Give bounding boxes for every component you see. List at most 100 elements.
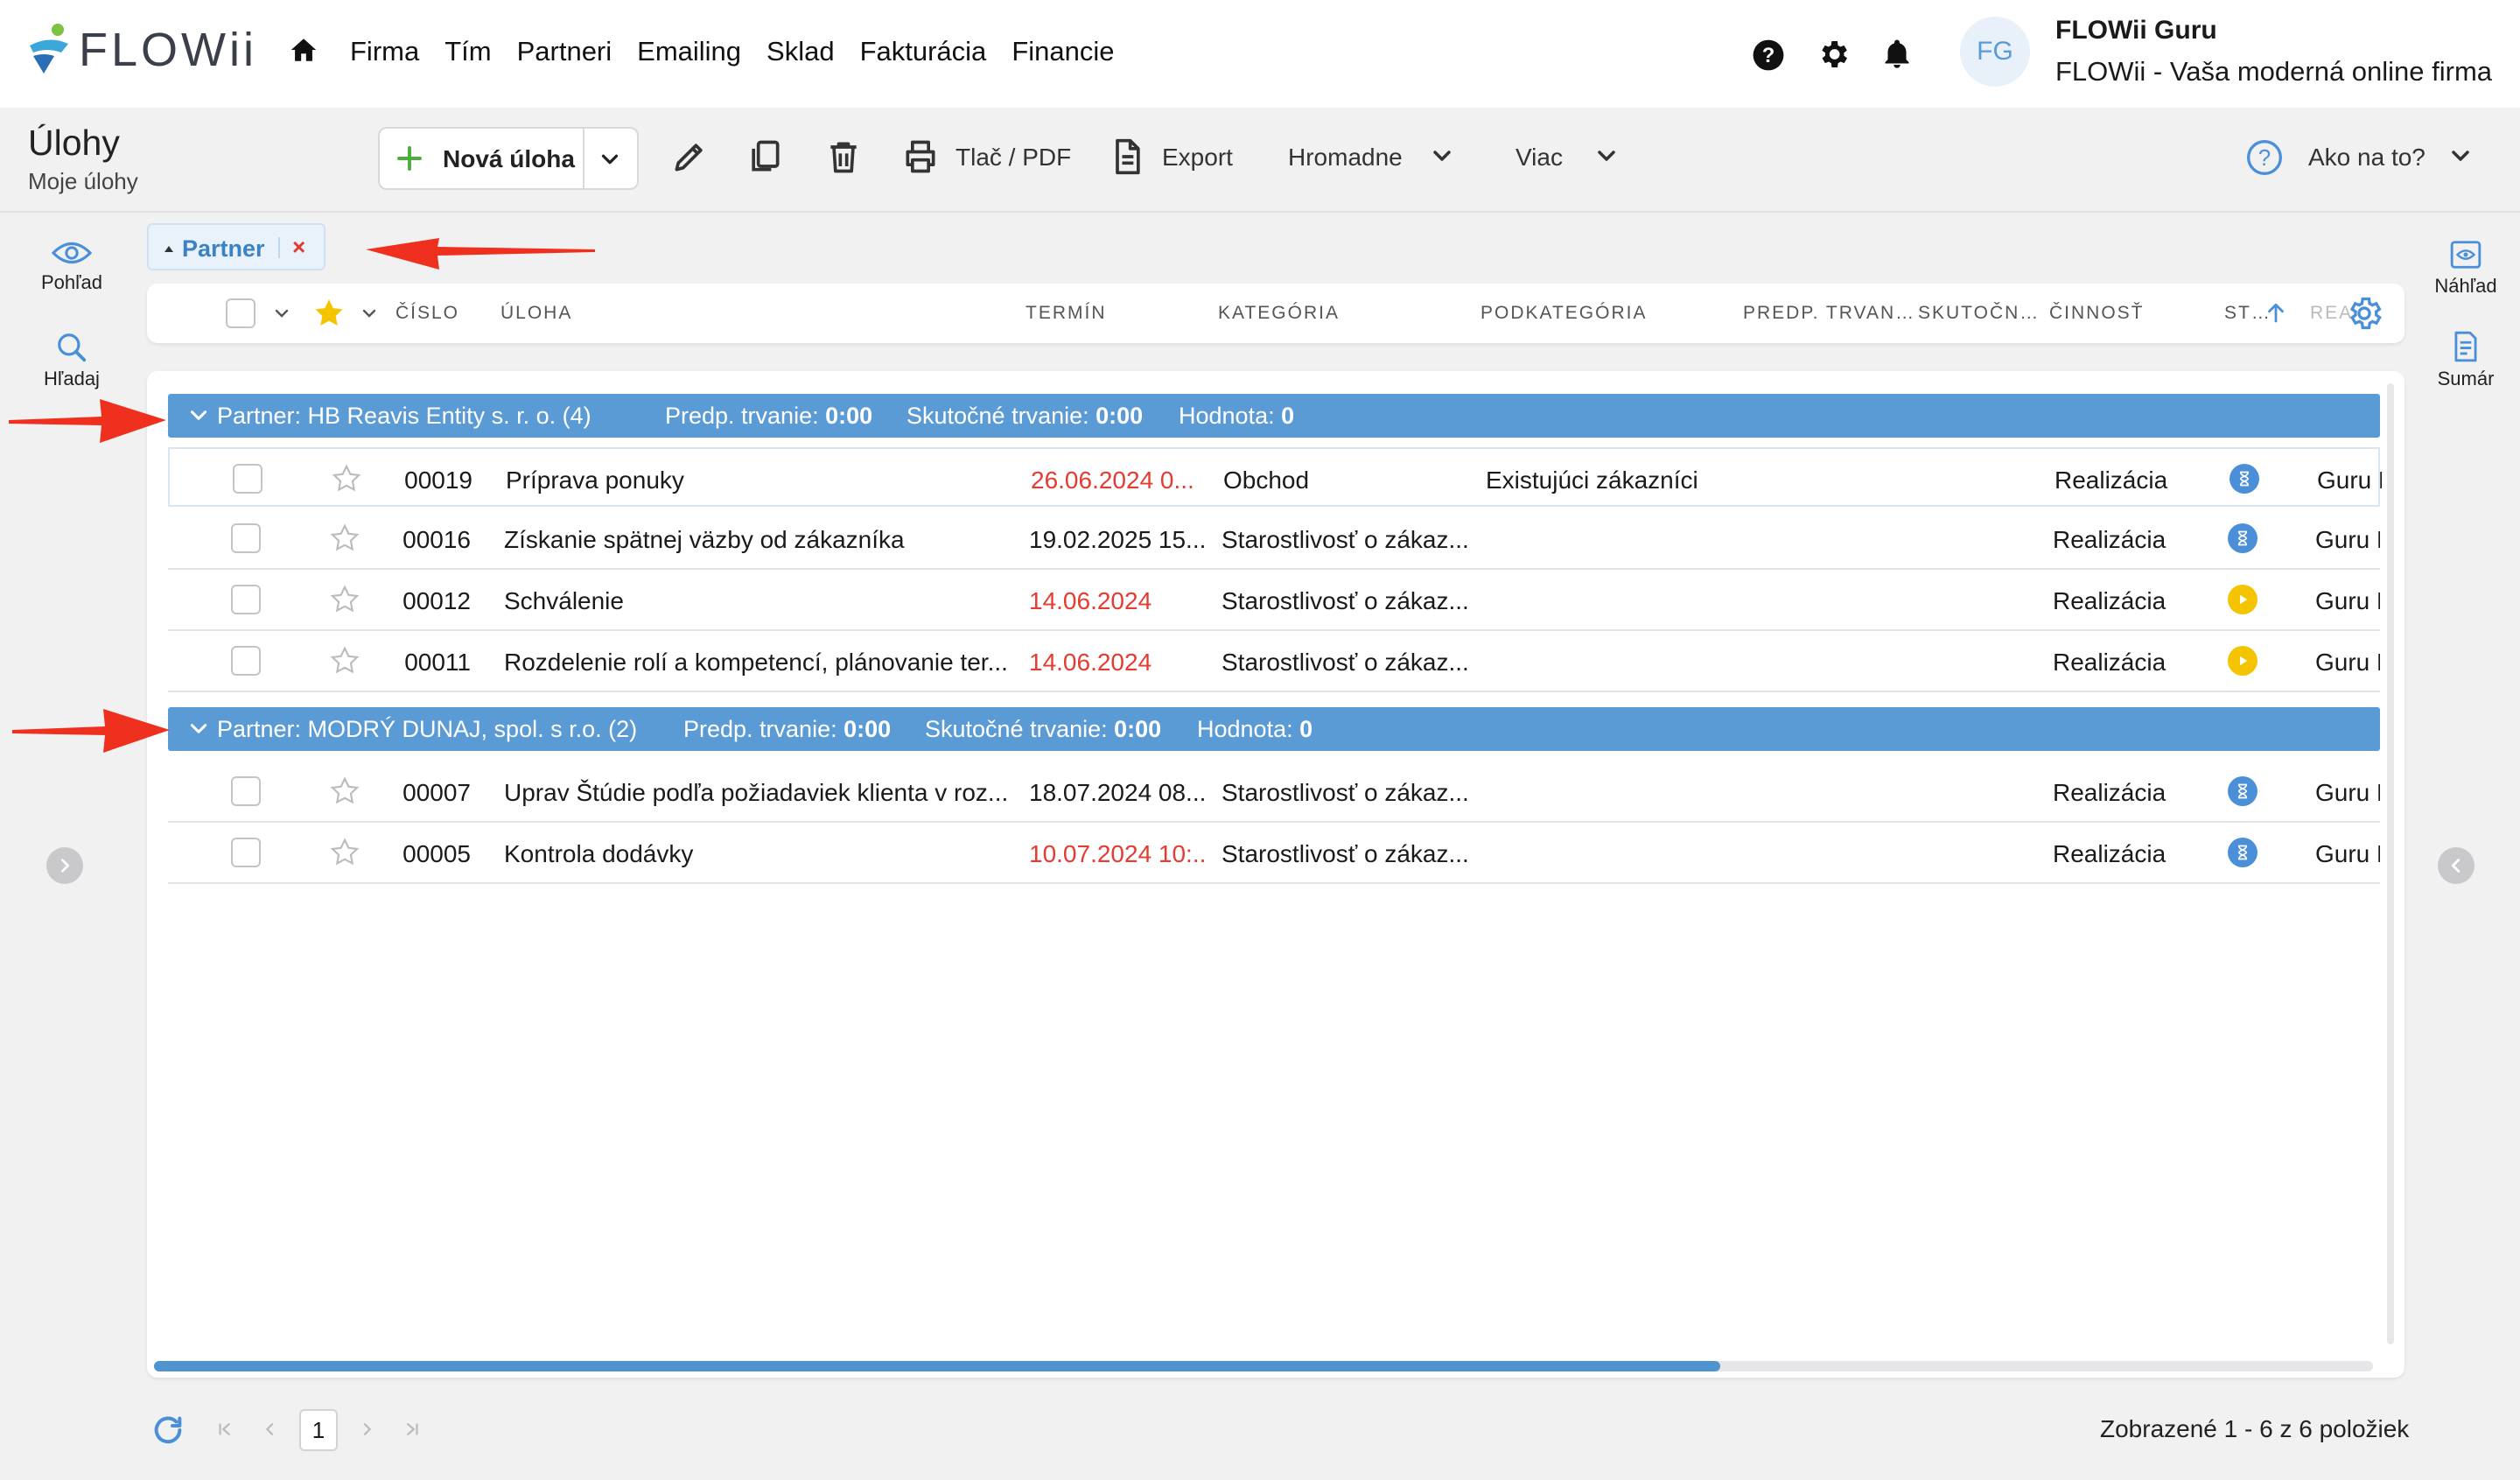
table-row[interactable]: 00019 Príprava ponuky 26.06.2024 0... Ob… (168, 447, 2382, 507)
group-by-partner-chip[interactable]: Partner × (147, 223, 326, 270)
summary-rail-button[interactable]: Sumár (2424, 329, 2508, 390)
row-checkbox[interactable] (231, 838, 261, 867)
task-number: 00019 (404, 466, 472, 494)
group-label: Partner: HB Reavis Entity s. r. o. (4) (217, 403, 592, 429)
chevron-down-icon[interactable] (271, 303, 292, 324)
how-to-button[interactable]: Ako na to? (2308, 144, 2426, 172)
row-checkbox[interactable] (231, 776, 261, 806)
table-row[interactable]: 00005 Kontrola dodávky 10.07.2024 10:...… (168, 823, 2380, 884)
summary-document-icon (2424, 329, 2508, 364)
print-pdf-button[interactable]: Tlač / PDF (956, 144, 1071, 172)
help-icon[interactable]: ? (1752, 39, 1785, 72)
nav-item-sklad[interactable]: Sklad (766, 36, 835, 67)
task-category: Starostlivosť o zákaz... (1222, 840, 1469, 867)
column-settings-gear-icon[interactable] (2345, 294, 2384, 333)
task-name[interactable]: Kontrola dodávky (504, 840, 1020, 868)
column-header-task[interactable]: ÚLOHA (500, 303, 572, 324)
task-responsible: Guru F (2317, 466, 2382, 494)
view-rail-button[interactable]: Pohľad (32, 238, 112, 294)
nav-item-financie[interactable]: Financie (1012, 36, 1114, 67)
chevron-down-icon[interactable] (359, 303, 380, 324)
delete-trash-icon[interactable] (824, 137, 863, 176)
nav-item-emailing[interactable]: Emailing (637, 36, 741, 67)
vertical-scrollbar[interactable] (2387, 383, 2394, 1344)
favorite-star-outline-icon[interactable] (329, 837, 360, 868)
export-button[interactable]: Export (1162, 144, 1233, 172)
nav-item-tim[interactable]: Tím (444, 36, 491, 67)
favorite-star-outline-icon[interactable] (329, 584, 360, 615)
chip-divider (278, 237, 280, 258)
refresh-icon[interactable] (150, 1413, 186, 1448)
select-all-checkbox[interactable] (226, 298, 256, 328)
favorite-star-filled-icon[interactable] (312, 296, 346, 331)
expand-left-panel-button[interactable] (46, 847, 83, 884)
horizontal-scrollbar-thumb[interactable] (154, 1361, 1720, 1371)
favorite-star-outline-icon[interactable] (329, 775, 360, 807)
task-name[interactable]: Uprav Štúdie podľa požiadaviek klienta v… (504, 779, 1020, 807)
first-page-icon[interactable] (215, 1420, 234, 1439)
group-value-value: 0 (1299, 716, 1313, 742)
row-checkbox[interactable] (233, 464, 262, 494)
task-name[interactable]: Príprava ponuky (506, 466, 1022, 495)
search-rail-button[interactable]: Hľadaj (32, 331, 112, 390)
collapse-chevron-down-icon[interactable] (187, 404, 210, 427)
column-header-category[interactable]: KATEGÓRIA (1218, 303, 1340, 324)
user-avatar[interactable]: FG (1960, 17, 2030, 87)
help-circle-icon[interactable]: ? (2245, 138, 2284, 177)
last-page-icon[interactable] (402, 1420, 422, 1439)
nav-item-fakturacia[interactable]: Fakturácia (860, 36, 987, 67)
more-menu[interactable]: Viac (1516, 144, 1563, 172)
column-header-subcategory[interactable]: PODKATEGÓRIA (1480, 303, 1647, 324)
company-name[interactable]: FLOWii - Vaša moderná online firma (2055, 56, 2492, 88)
favorite-star-outline-icon[interactable] (329, 645, 360, 677)
column-header-number[interactable]: ČÍSLO (396, 303, 459, 324)
settings-gear-icon[interactable] (1816, 37, 1851, 72)
chevron-down-icon[interactable] (1428, 142, 1456, 170)
home-icon[interactable] (289, 35, 318, 65)
flowii-logo[interactable]: FLOWii (26, 23, 257, 77)
nav-item-firma[interactable]: Firma (350, 36, 419, 67)
chevron-down-icon[interactable] (597, 146, 623, 172)
row-checkbox[interactable] (231, 646, 261, 676)
table-row[interactable]: 00016 Získanie spätnej väzby od zákazník… (168, 509, 2380, 570)
export-document-icon[interactable] (1108, 137, 1146, 176)
task-activity: Realizácia (2053, 840, 2166, 867)
task-name[interactable]: Schválenie (504, 587, 1020, 615)
print-icon[interactable] (901, 137, 940, 176)
preview-rail-button[interactable]: Náhľad (2424, 238, 2508, 298)
expand-right-panel-button[interactable] (2438, 847, 2474, 884)
row-checkbox[interactable] (231, 523, 261, 553)
chevron-down-icon[interactable] (2446, 142, 2474, 170)
user-name[interactable]: FLOWii Guru (2055, 16, 2217, 46)
row-checkbox[interactable] (231, 585, 261, 614)
collapse-chevron-down-icon[interactable] (187, 718, 210, 740)
copy-icon[interactable] (746, 137, 784, 176)
table-row[interactable]: 00011 Rozdelenie rolí a kompetencí, plán… (168, 631, 2380, 692)
task-category: Starostlivosť o zákaz... (1222, 526, 1469, 553)
column-header-actual-duration[interactable]: SKUTOČN… (1918, 303, 2040, 324)
column-header-term[interactable]: TERMÍN (1026, 303, 1107, 324)
task-name[interactable]: Získanie spätnej väzby od zákazníka (504, 526, 1020, 554)
new-task-button[interactable]: Nová úloha (443, 145, 575, 173)
previous-page-icon[interactable] (261, 1420, 280, 1439)
nav-item-partneri[interactable]: Partneri (517, 36, 612, 67)
chevron-down-icon[interactable] (1592, 142, 1620, 170)
column-header-estimated-duration[interactable]: PREDP. TRVAN… (1743, 303, 1915, 324)
plus-icon[interactable] (394, 143, 425, 174)
remove-chip-close-icon[interactable]: × (292, 234, 305, 261)
favorite-star-outline-icon[interactable] (331, 463, 362, 495)
group-header-row[interactable]: Partner: MODRÝ DUNAJ, spol. s r.o. (2) P… (168, 707, 2380, 751)
bulk-actions-menu[interactable]: Hromadne (1288, 144, 1403, 172)
task-term: 18.07.2024 08... (1029, 779, 1204, 806)
table-row[interactable]: 00012 Schválenie 14.06.2024 Starostlivos… (168, 570, 2380, 631)
notifications-bell-icon[interactable] (1881, 37, 1913, 72)
group-header-row[interactable]: Partner: HB Reavis Entity s. r. o. (4) P… (168, 394, 2380, 438)
table-row[interactable]: 00007 Uprav Štúdie podľa požiadaviek kli… (168, 761, 2380, 823)
favorite-star-outline-icon[interactable] (329, 523, 360, 554)
current-page-indicator[interactable]: 1 (299, 1409, 338, 1451)
next-page-icon[interactable] (357, 1420, 376, 1439)
edit-pencil-icon[interactable] (670, 137, 709, 176)
column-header-activity[interactable]: ČINNOSŤ (2049, 303, 2145, 324)
sort-ascending-arrow-icon[interactable] (2263, 299, 2289, 326)
task-name[interactable]: Rozdelenie rolí a kompetencí, plánovanie… (504, 649, 1020, 677)
